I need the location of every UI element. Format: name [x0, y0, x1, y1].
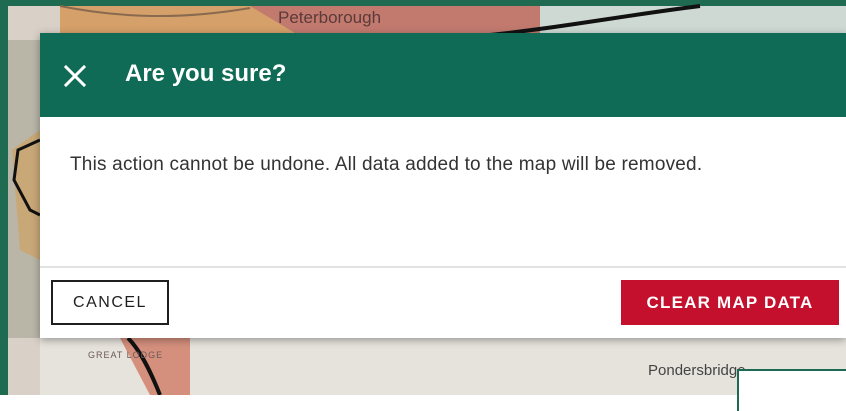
map-label-pondersbridge: Pondersbridge — [648, 362, 746, 379]
map-corner-panel — [737, 369, 846, 411]
close-button[interactable] — [58, 59, 92, 93]
confirm-dialog: Are you sure? This action cannot be undo… — [40, 33, 846, 338]
dialog-title: Are you sure? — [125, 60, 287, 87]
dialog-divider — [40, 266, 846, 268]
close-icon — [63, 64, 87, 88]
map-label-peterborough: Peterborough — [278, 8, 382, 27]
dialog-message: This action cannot be undone. All data a… — [70, 154, 703, 175]
clear-map-data-button[interactable]: CLEAR MAP DATA — [621, 280, 839, 325]
cancel-button[interactable]: CANCEL — [51, 280, 169, 325]
dialog-header: Are you sure? — [40, 33, 846, 117]
map-label-great: GREAT LODGE — [88, 350, 164, 360]
